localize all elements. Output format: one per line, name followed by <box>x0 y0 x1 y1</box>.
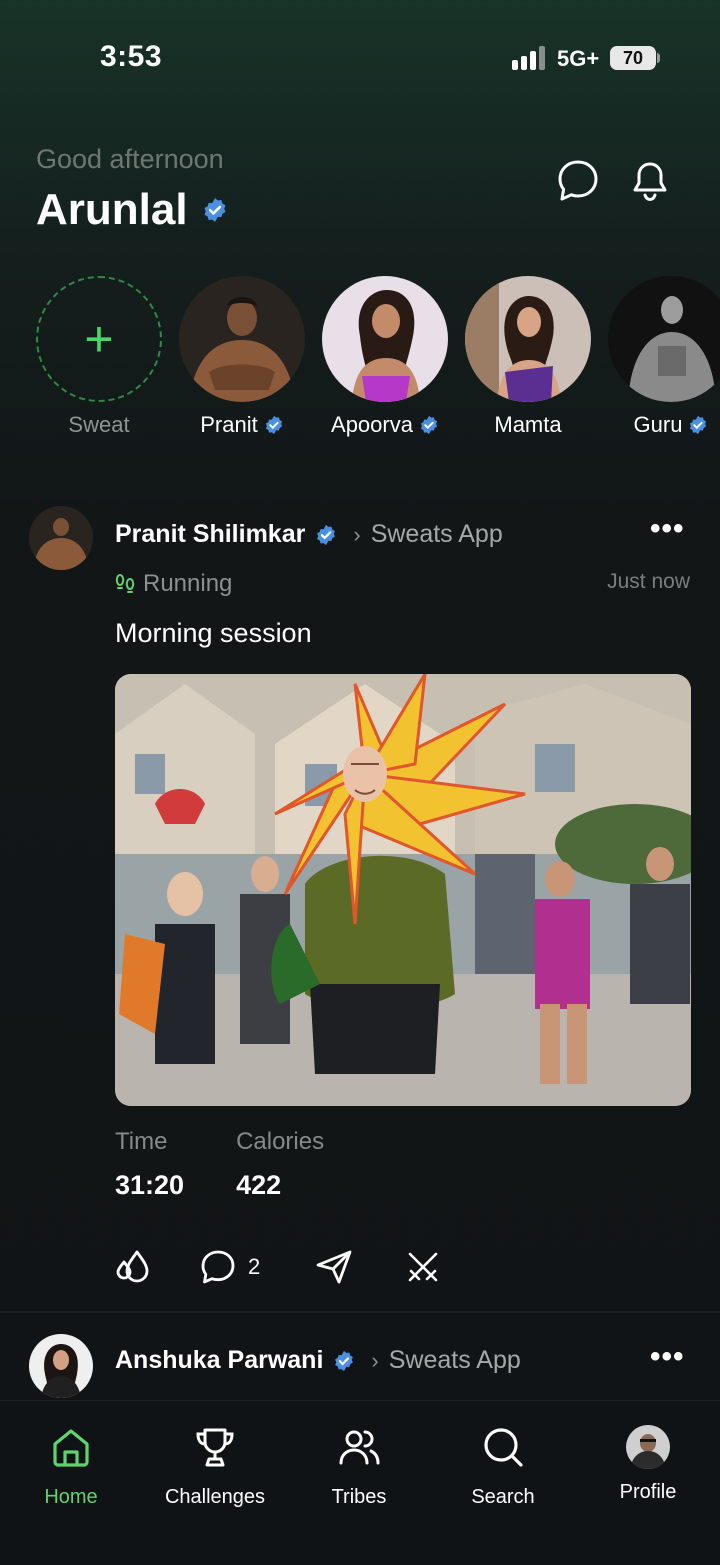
tab-label: Profile <box>619 1481 677 1503</box>
status-bar: 3:53 5G+ 70 <box>0 0 720 110</box>
story-pranit[interactable]: Pranit <box>179 276 305 438</box>
greeting: Good afternoon <box>36 144 224 174</box>
signal-icon <box>512 46 545 70</box>
tab-tribes[interactable]: Tribes <box>294 1425 424 1509</box>
battery-tip <box>657 53 660 63</box>
post-activity: Running <box>115 570 232 598</box>
story-add-sweat[interactable]: + Sweat <box>36 276 162 438</box>
sweat-react-button[interactable] <box>115 1248 151 1286</box>
post-header: Anshuka Parwani › Sweats App <box>115 1346 521 1375</box>
send-icon <box>316 1250 352 1284</box>
verified-badge-icon <box>315 524 337 546</box>
comment-button[interactable]: 2 <box>200 1248 260 1286</box>
plus-icon: + <box>84 311 114 367</box>
post-author-avatar[interactable] <box>29 1334 93 1398</box>
post-community[interactable]: Sweats App <box>389 1346 521 1375</box>
footprints-icon <box>115 574 135 593</box>
story-guru[interactable]: Guru <box>608 276 720 438</box>
post-header: Pranit Shilimkar › Sweats App <box>115 520 503 549</box>
user-name-row: Arunlal <box>36 185 228 235</box>
more-options-button[interactable]: ••• <box>650 1340 685 1374</box>
post-author-name[interactable]: Pranit Shilimkar <box>115 520 305 549</box>
tab-label: Tribes <box>331 1486 387 1508</box>
chat-bubble-icon[interactable] <box>556 158 600 204</box>
stat-label: Calories <box>236 1128 325 1155</box>
tab-search[interactable]: Search <box>438 1425 568 1509</box>
post-community[interactable]: Sweats App <box>371 520 503 549</box>
stat-value: 31:20 <box>115 1170 185 1200</box>
post-stats: Time 31:20 Calories 422 <box>115 1128 324 1201</box>
comment-count: 2 <box>248 1254 261 1279</box>
bottom-tab-bar: Home Challenges Tribes Search Profile <box>0 1400 720 1565</box>
verified-badge-icon <box>202 197 228 223</box>
story-label: Apoorva <box>331 412 413 437</box>
story-label: Guru <box>633 412 683 437</box>
story-label: Mamta <box>494 412 562 437</box>
story-label-row: Pranit <box>179 412 305 438</box>
battery-icon: 70 <box>610 46 656 70</box>
network-type: 5G+ <box>557 46 600 71</box>
story-avatar[interactable] <box>608 276 720 402</box>
user-name: Arunlal <box>36 185 188 234</box>
post-time: Just now <box>607 570 690 593</box>
crossed-swords-icon <box>408 1252 438 1282</box>
verified-badge-icon <box>264 415 284 435</box>
trophy-icon <box>196 1428 234 1467</box>
search-icon <box>484 1428 523 1467</box>
stat-label: Time <box>115 1128 168 1155</box>
bell-icon[interactable] <box>628 158 672 204</box>
verified-badge-icon <box>333 1350 355 1372</box>
feed-post: Anshuka Parwani › Sweats App ••• <box>0 1334 720 1400</box>
tab-profile[interactable]: Profile <box>583 1425 713 1504</box>
post-author-name[interactable]: Anshuka Parwani <box>115 1346 323 1375</box>
tab-home[interactable]: Home <box>6 1425 136 1509</box>
tab-label: Search <box>471 1486 535 1508</box>
story-mamta[interactable]: Mamta <box>465 276 591 438</box>
story-avatar[interactable] <box>322 276 448 402</box>
post-photo[interactable] <box>115 674 691 1106</box>
post-actions: 2 <box>115 1248 475 1288</box>
story-label: Sweat <box>68 412 130 437</box>
story-label-row: Apoorva <box>322 412 448 438</box>
post-caption: Morning session <box>115 618 312 648</box>
more-options-button[interactable]: ••• <box>650 512 685 546</box>
stat-time: Time 31:20 <box>115 1128 184 1201</box>
story-apoorva[interactable]: Apoorva <box>322 276 448 438</box>
story-label-row: Guru <box>608 412 720 438</box>
story-avatar[interactable] <box>179 276 305 402</box>
add-story-ring[interactable]: + <box>36 276 162 402</box>
challenge-button[interactable] <box>405 1248 441 1286</box>
status-time: 3:53 <box>100 40 163 73</box>
comment-icon <box>201 1250 235 1284</box>
stat-value: 422 <box>236 1170 282 1200</box>
stories-row: + Sweat Pranit Apoorva Mamta Guru <box>0 276 720 446</box>
tab-challenges[interactable]: Challenges <box>150 1425 280 1509</box>
verified-badge-icon <box>419 415 439 435</box>
share-button[interactable] <box>315 1248 353 1286</box>
feed-post: Pranit Shilimkar › Sweats App ••• Runnin… <box>0 506 720 1306</box>
people-icon <box>339 1430 380 1465</box>
story-avatar[interactable] <box>465 276 591 402</box>
post-author-avatar[interactable] <box>29 506 93 570</box>
story-label: Pranit <box>200 412 258 437</box>
chevron-right-icon: › <box>371 1347 379 1373</box>
drops-icon <box>116 1250 149 1283</box>
verified-badge-icon <box>688 415 708 435</box>
stat-calories: Calories 422 <box>236 1128 324 1201</box>
avatar <box>626 1425 670 1469</box>
tab-label: Challenges <box>164 1486 266 1508</box>
chevron-right-icon: › <box>353 521 361 547</box>
story-label-row: Mamta <box>465 412 591 438</box>
activity-type: Running <box>143 570 233 597</box>
home-icon <box>53 1429 89 1467</box>
tab-label: Home <box>44 1486 98 1508</box>
post-divider <box>0 1311 720 1313</box>
